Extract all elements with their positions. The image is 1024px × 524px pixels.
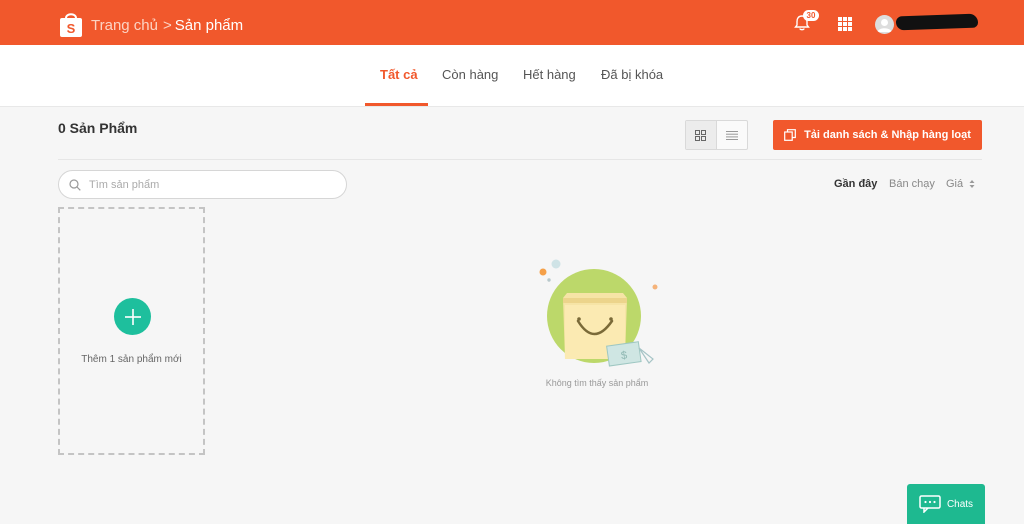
sort-best-selling[interactable]: Bán chạy <box>889 178 935 190</box>
add-product-label: Thêm 1 sản phẩm mới <box>81 354 182 365</box>
view-toggle <box>685 120 748 150</box>
status-tab-bar: Tất cả Còn hàng Hết hàng Đã bị khóa <box>0 45 1024 107</box>
svg-text:S: S <box>67 21 76 36</box>
search-box <box>58 170 347 199</box>
bulk-upload-button[interactable]: Tải danh sách & Nhập hàng loạt <box>773 120 982 150</box>
tab-locked[interactable]: Đã bị khóa <box>601 67 663 82</box>
bulk-upload-label: Tải danh sách & Nhập hàng loạt <box>804 129 971 141</box>
empty-state-message: Không tìm thấy sản phẩm <box>545 378 649 388</box>
grid-icon <box>695 129 707 141</box>
top-header: S Trang chủ > Sản phẩm 30 <box>0 0 1024 45</box>
active-tab-indicator <box>365 103 428 106</box>
add-product-button[interactable] <box>114 298 151 335</box>
chat-bubble-icon <box>919 495 941 513</box>
user-icon <box>877 19 892 32</box>
sort-price[interactable]: Giá <box>946 178 963 190</box>
breadcrumb: Trang chủ > Sản phẩm <box>91 17 243 34</box>
add-product-card[interactable]: Thêm 1 sản phẩm mới <box>58 207 205 455</box>
search-input[interactable] <box>89 178 329 191</box>
tab-out-of-stock[interactable]: Hết hàng <box>523 67 576 82</box>
sort-arrows-icon[interactable] <box>969 179 975 189</box>
empty-bag-illustration-icon: $ <box>539 259 658 367</box>
divider <box>58 159 982 160</box>
chats-button[interactable]: Chats <box>907 484 985 524</box>
grid-view-button[interactable] <box>686 121 717 149</box>
plus-icon <box>124 308 141 325</box>
copy-icon <box>784 129 796 141</box>
tab-all[interactable]: Tất cả <box>380 67 418 82</box>
breadcrumb-home[interactable]: Trang chủ <box>91 17 158 34</box>
apps-grid-icon[interactable] <box>838 17 852 31</box>
sort-recent[interactable]: Gần đây <box>834 178 877 190</box>
username-redacted[interactable] <box>895 13 979 31</box>
breadcrumb-separator: > <box>162 17 172 34</box>
list-icon <box>725 130 738 140</box>
chats-label: Chats <box>946 498 974 510</box>
avatar[interactable] <box>875 15 894 34</box>
shop-logo-icon[interactable]: S <box>59 10 83 38</box>
product-count: 0 Sản Phẩm <box>58 120 138 136</box>
search-icon <box>69 178 81 191</box>
notification-badge: 30 <box>803 10 819 21</box>
list-view-button[interactable] <box>717 121 747 149</box>
breadcrumb-current: Sản phẩm <box>174 17 244 34</box>
tab-in-stock[interactable]: Còn hàng <box>442 67 498 82</box>
